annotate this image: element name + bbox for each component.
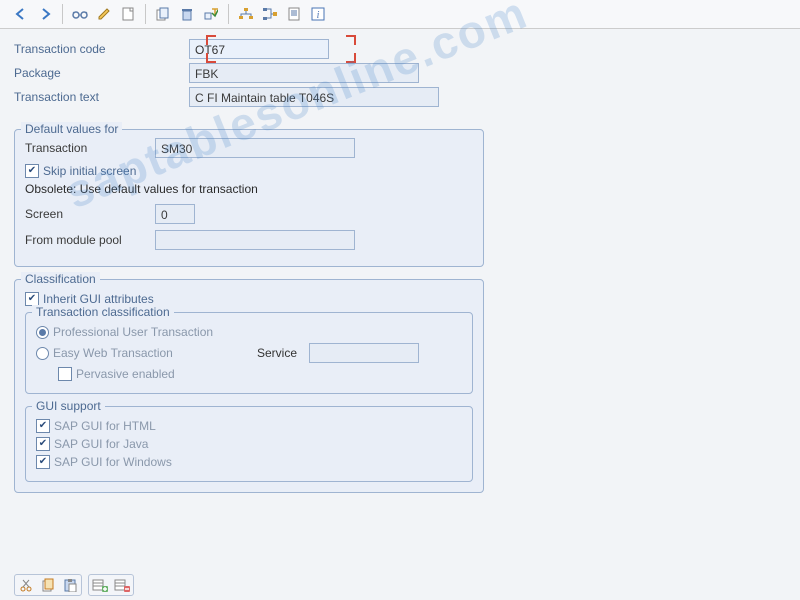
info-icon[interactable]: i <box>307 4 329 24</box>
package-label: Package <box>14 66 189 80</box>
inherit-gui-label: Inherit GUI attributes <box>43 292 154 306</box>
gui-html-row[interactable]: SAP GUI for HTML <box>36 419 462 433</box>
svg-text:i: i <box>317 10 320 21</box>
transaction-classification-title: Transaction classification <box>32 305 174 319</box>
application-toolbar: i <box>0 0 800 29</box>
gui-java-row[interactable]: SAP GUI for Java <box>36 437 462 451</box>
gui-html-label: SAP GUI for HTML <box>54 419 156 433</box>
transaction-text-field[interactable]: C FI Maintain table T046S <box>189 87 439 107</box>
obsolete-text: Obsolete: Use default values for transac… <box>25 182 473 196</box>
transaction-text-label: Transaction text <box>14 90 189 104</box>
bottom-toolbar <box>14 574 134 596</box>
pervasive-checkbox[interactable] <box>58 367 72 381</box>
service-label: Service <box>257 346 297 360</box>
skip-initial-screen-checkbox[interactable] <box>25 164 39 178</box>
pervasive-row[interactable]: Pervasive enabled <box>58 367 462 381</box>
transaction-classification-subgroup: Transaction classification Professional … <box>25 312 473 394</box>
skip-initial-screen-label: Skip initial screen <box>43 164 136 178</box>
header-form: Transaction code OT67 Package FBK Transa… <box>0 29 800 117</box>
inherit-gui-checkbox[interactable] <box>25 292 39 306</box>
gui-html-checkbox[interactable] <box>36 419 50 433</box>
easyweb-radio[interactable] <box>36 347 49 360</box>
easyweb-row[interactable]: Easy Web Transaction Service <box>36 343 462 363</box>
separator <box>62 4 63 24</box>
screen-field[interactable]: 0 <box>155 204 195 224</box>
service-field[interactable] <box>309 343 419 363</box>
separator <box>145 4 146 24</box>
default-transaction-field[interactable]: SM30 <box>155 138 355 158</box>
gui-win-checkbox[interactable] <box>36 455 50 469</box>
gui-win-row[interactable]: SAP GUI for Windows <box>36 455 462 469</box>
glasses-display-icon[interactable] <box>69 4 91 24</box>
module-pool-label: From module pool <box>25 233 155 247</box>
screen-label: Screen <box>25 207 155 221</box>
transaction-code-label: Transaction code <box>14 42 189 56</box>
module-pool-field[interactable] <box>155 230 355 250</box>
default-values-title: Default values for <box>21 122 122 136</box>
default-values-group: Default values for Transaction SM30 Skip… <box>14 129 484 267</box>
forward-icon[interactable] <box>34 4 56 24</box>
documentation-icon[interactable] <box>283 4 305 24</box>
gui-support-title: GUI support <box>32 399 105 413</box>
pencil-change-icon[interactable] <box>93 4 115 24</box>
copy-icon[interactable] <box>152 4 174 24</box>
easyweb-label: Easy Web Transaction <box>53 346 253 360</box>
professional-radio[interactable] <box>36 326 49 339</box>
package-field[interactable]: FBK <box>189 63 419 83</box>
professional-row[interactable]: Professional User Transaction <box>36 325 462 339</box>
check-icon[interactable] <box>200 4 222 24</box>
pervasive-label: Pervasive enabled <box>76 367 175 381</box>
default-transaction-label: Transaction <box>25 141 155 155</box>
delete-icon[interactable] <box>176 4 198 24</box>
classification-title: Classification <box>21 272 100 286</box>
gui-win-label: SAP GUI for Windows <box>54 455 172 469</box>
hierarchy-icon[interactable] <box>235 4 257 24</box>
where-used-icon[interactable] <box>259 4 281 24</box>
back-icon[interactable] <box>10 4 32 24</box>
gui-java-label: SAP GUI for Java <box>54 437 148 451</box>
cut-icon[interactable] <box>15 575 37 595</box>
separator <box>228 4 229 24</box>
inherit-row[interactable]: Inherit GUI attributes <box>25 292 473 306</box>
professional-label: Professional User Transaction <box>53 325 213 339</box>
classification-group: Classification Inherit GUI attributes Tr… <box>14 279 484 493</box>
page-new-icon[interactable] <box>117 4 139 24</box>
gui-java-checkbox[interactable] <box>36 437 50 451</box>
skip-initial-screen-row[interactable]: Skip initial screen <box>25 164 473 178</box>
insert-row-icon[interactable] <box>89 575 111 595</box>
paste-icon[interactable] <box>59 575 81 595</box>
gui-support-subgroup: GUI support SAP GUI for HTML SAP GUI for… <box>25 406 473 482</box>
transaction-code-field[interactable]: OT67 <box>189 39 329 59</box>
copy-clip-icon[interactable] <box>37 575 59 595</box>
delete-row-icon[interactable] <box>111 575 133 595</box>
